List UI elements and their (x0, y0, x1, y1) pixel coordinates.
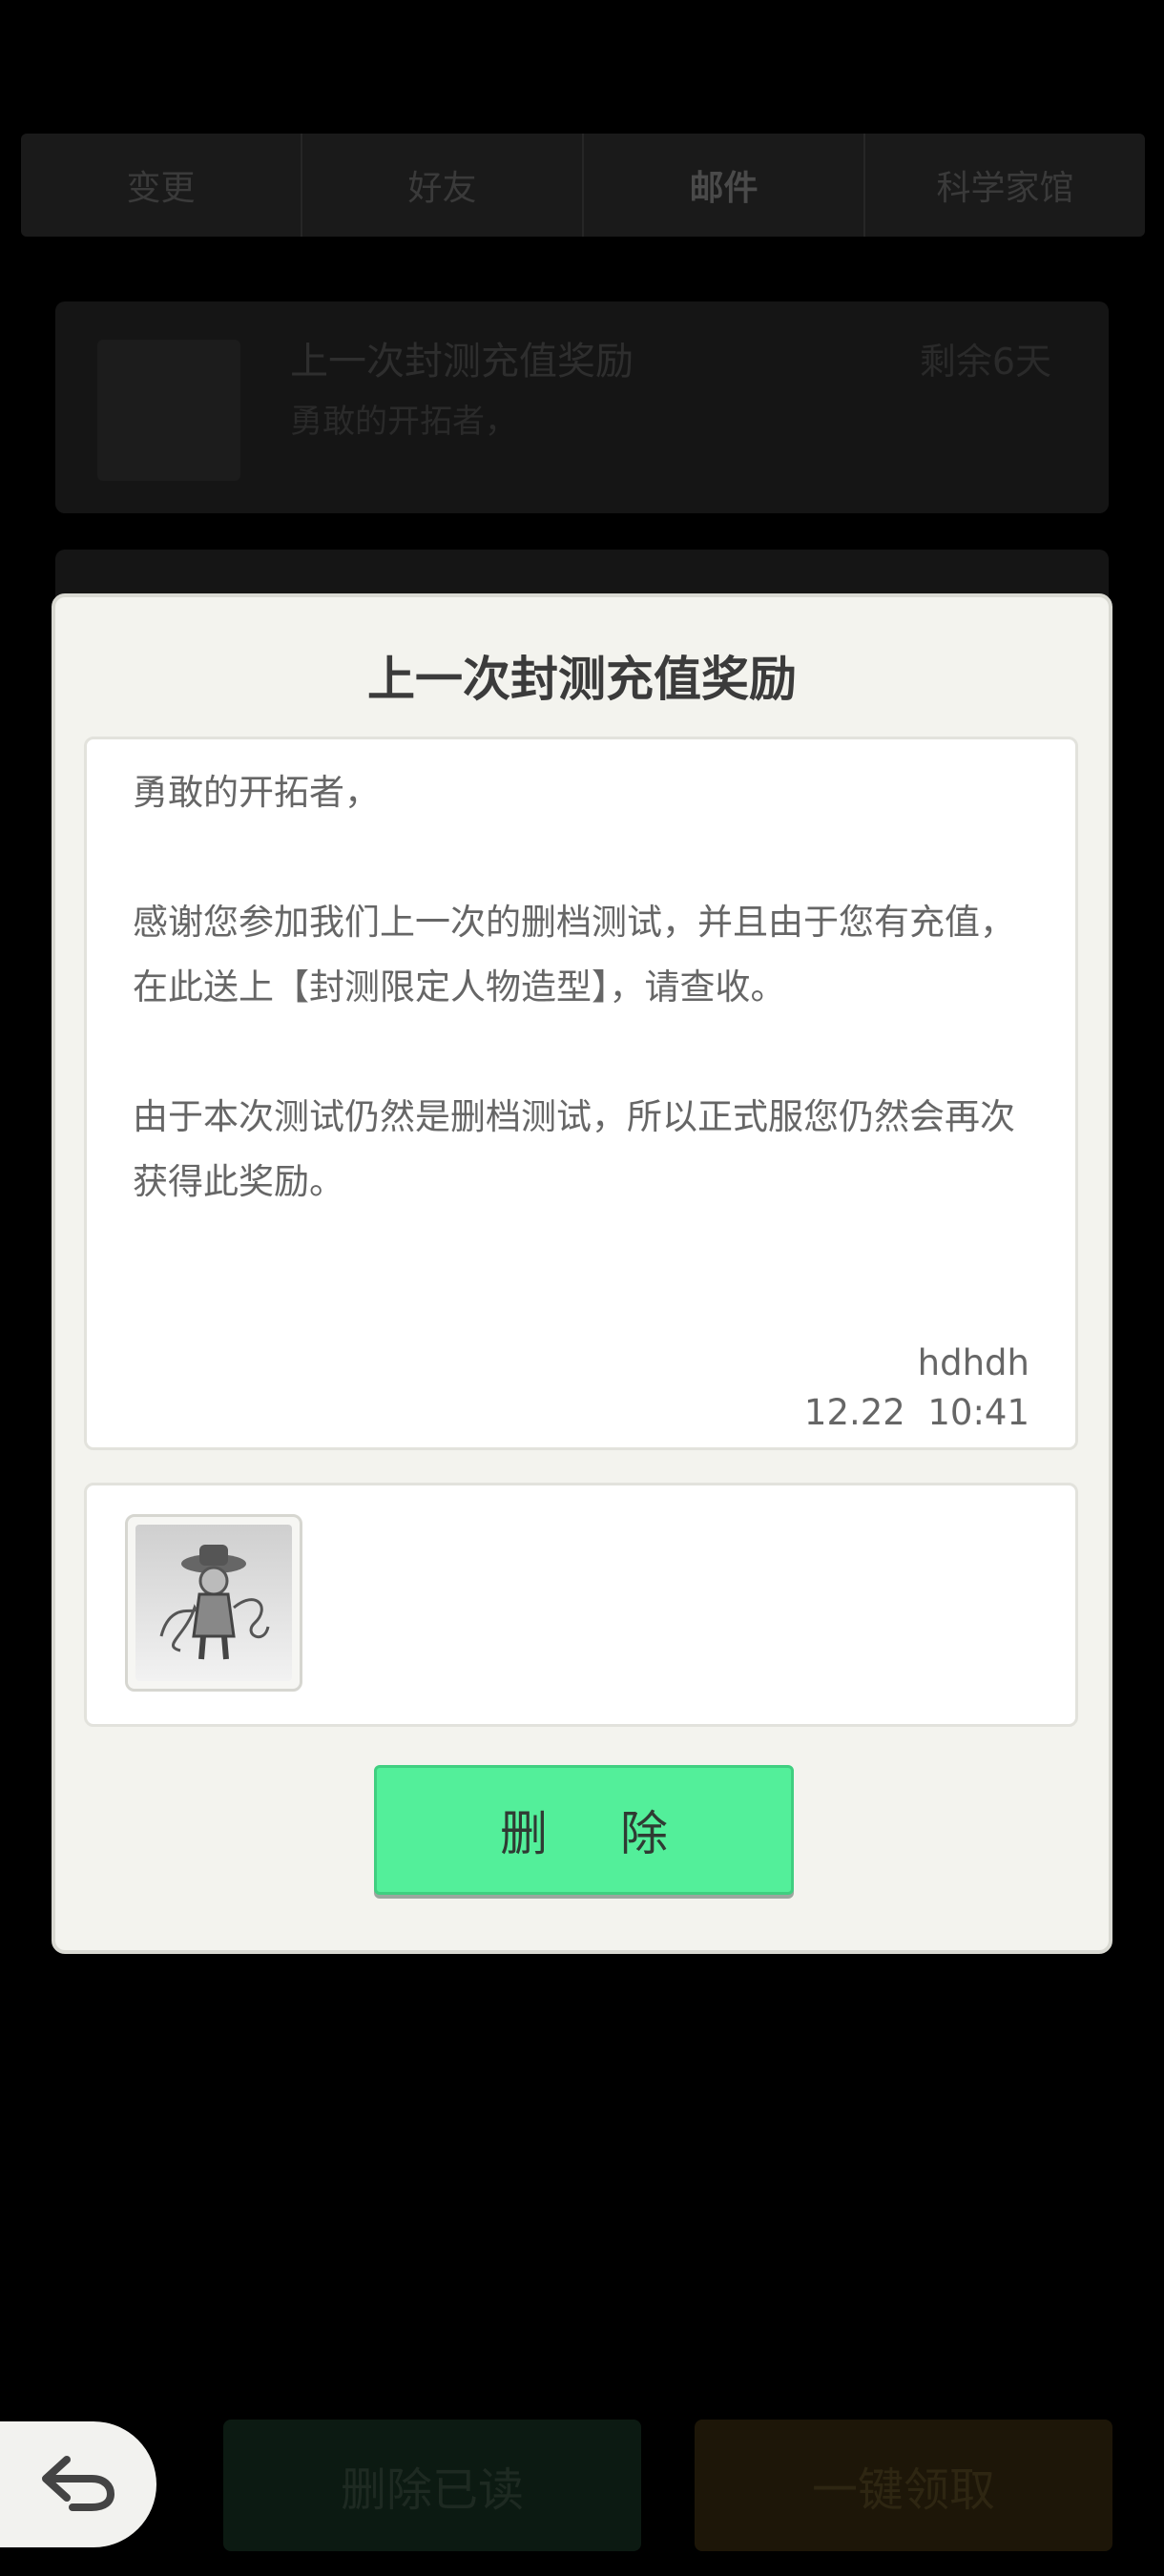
character-costume-icon (135, 1525, 292, 1681)
tab-friends[interactable]: 好友 (302, 134, 584, 237)
attachment-item[interactable] (125, 1514, 302, 1692)
message-box: 勇敢的开拓者， 感谢您参加我们上一次的删档测试，并且由于您有充值，在此送上【封测… (84, 737, 1078, 1450)
tab-scientist-hall[interactable]: 科学家馆 (865, 134, 1145, 237)
claim-all-button[interactable]: 一键领取 (695, 2420, 1112, 2551)
attachment-box (84, 1483, 1078, 1727)
message-body: 勇敢的开拓者， 感谢您参加我们上一次的删档测试，并且由于您有充值，在此送上【封测… (133, 760, 1039, 1215)
mail-list-item[interactable]: 上一次封测充值奖励 勇敢的开拓者， 剩余6天 (55, 301, 1109, 513)
tab-changes[interactable]: 变更 (21, 134, 302, 237)
back-arrow-icon (38, 2452, 118, 2517)
message-sender: hdhdh (917, 1342, 1029, 1383)
mail-detail-dialog: 上一次封测充值奖励 勇敢的开拓者， 感谢您参加我们上一次的删档测试，并且由于您有… (52, 593, 1112, 1954)
mail-item-preview: 勇敢的开拓者， (290, 403, 517, 441)
back-button[interactable] (0, 2421, 156, 2547)
delete-read-button[interactable]: 删除已读 (223, 2420, 641, 2551)
mail-item-days-left: 剩余6天 (919, 341, 1051, 383)
message-line: 感谢您参加我们上一次的删档测试，并且由于您有充值，在此送上【封测限定人物造型】，… (133, 902, 1015, 1008)
tab-bar: 变更 好友 邮件 科学家馆 (21, 134, 1145, 237)
mail-thumbnail (97, 340, 240, 481)
message-time: 12.22 10:41 (803, 1392, 1029, 1433)
dialog-title: 上一次封测充值奖励 (367, 652, 797, 707)
delete-button[interactable]: 删 除 (374, 1765, 794, 1895)
message-line: 勇敢的开拓者， (133, 772, 380, 813)
mail-item-title: 上一次封测充值奖励 (290, 340, 634, 384)
message-gap (133, 825, 1039, 890)
message-line: 由于本次测试仍然是删档测试，所以正式服您仍然会再次获得此奖励。 (133, 1096, 1015, 1202)
tab-mail[interactable]: 邮件 (584, 134, 865, 237)
message-gap (133, 1020, 1039, 1085)
